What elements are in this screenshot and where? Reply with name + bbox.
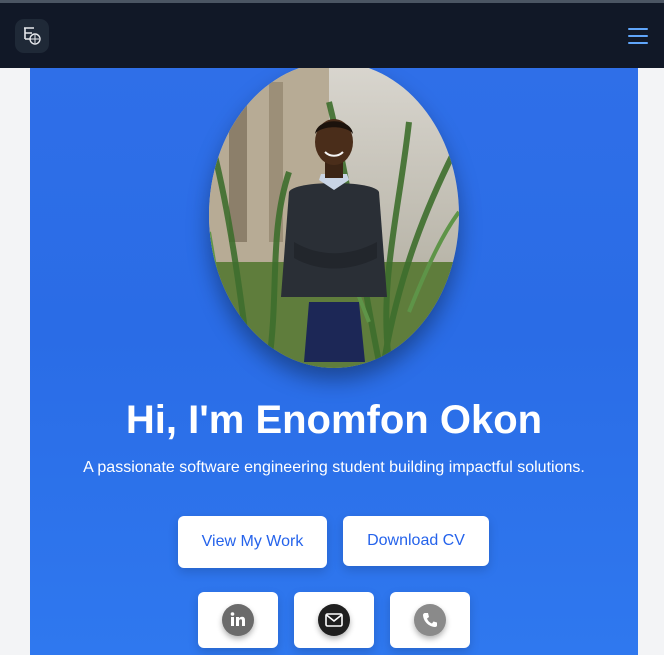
hero-subtitle: A passionate software engineering studen… bbox=[83, 459, 585, 476]
logo-icon[interactable] bbox=[15, 19, 49, 53]
hero-section: Hi, I'm Enomfon Okon A passionate softwa… bbox=[30, 68, 638, 655]
profile-photo bbox=[209, 68, 459, 368]
linkedin-button[interactable] bbox=[198, 592, 278, 648]
hamburger-menu-icon[interactable] bbox=[626, 25, 650, 47]
linkedin-icon bbox=[222, 604, 254, 636]
email-button[interactable] bbox=[294, 592, 374, 648]
view-work-button[interactable]: View My Work bbox=[178, 516, 327, 568]
download-cv-button[interactable]: Download CV bbox=[343, 516, 489, 566]
mail-icon bbox=[318, 604, 350, 636]
hero-title: Hi, I'm Enomfon Okon bbox=[125, 398, 543, 442]
phone-button[interactable] bbox=[390, 592, 470, 648]
phone-icon bbox=[414, 604, 446, 636]
navbar bbox=[0, 3, 664, 68]
